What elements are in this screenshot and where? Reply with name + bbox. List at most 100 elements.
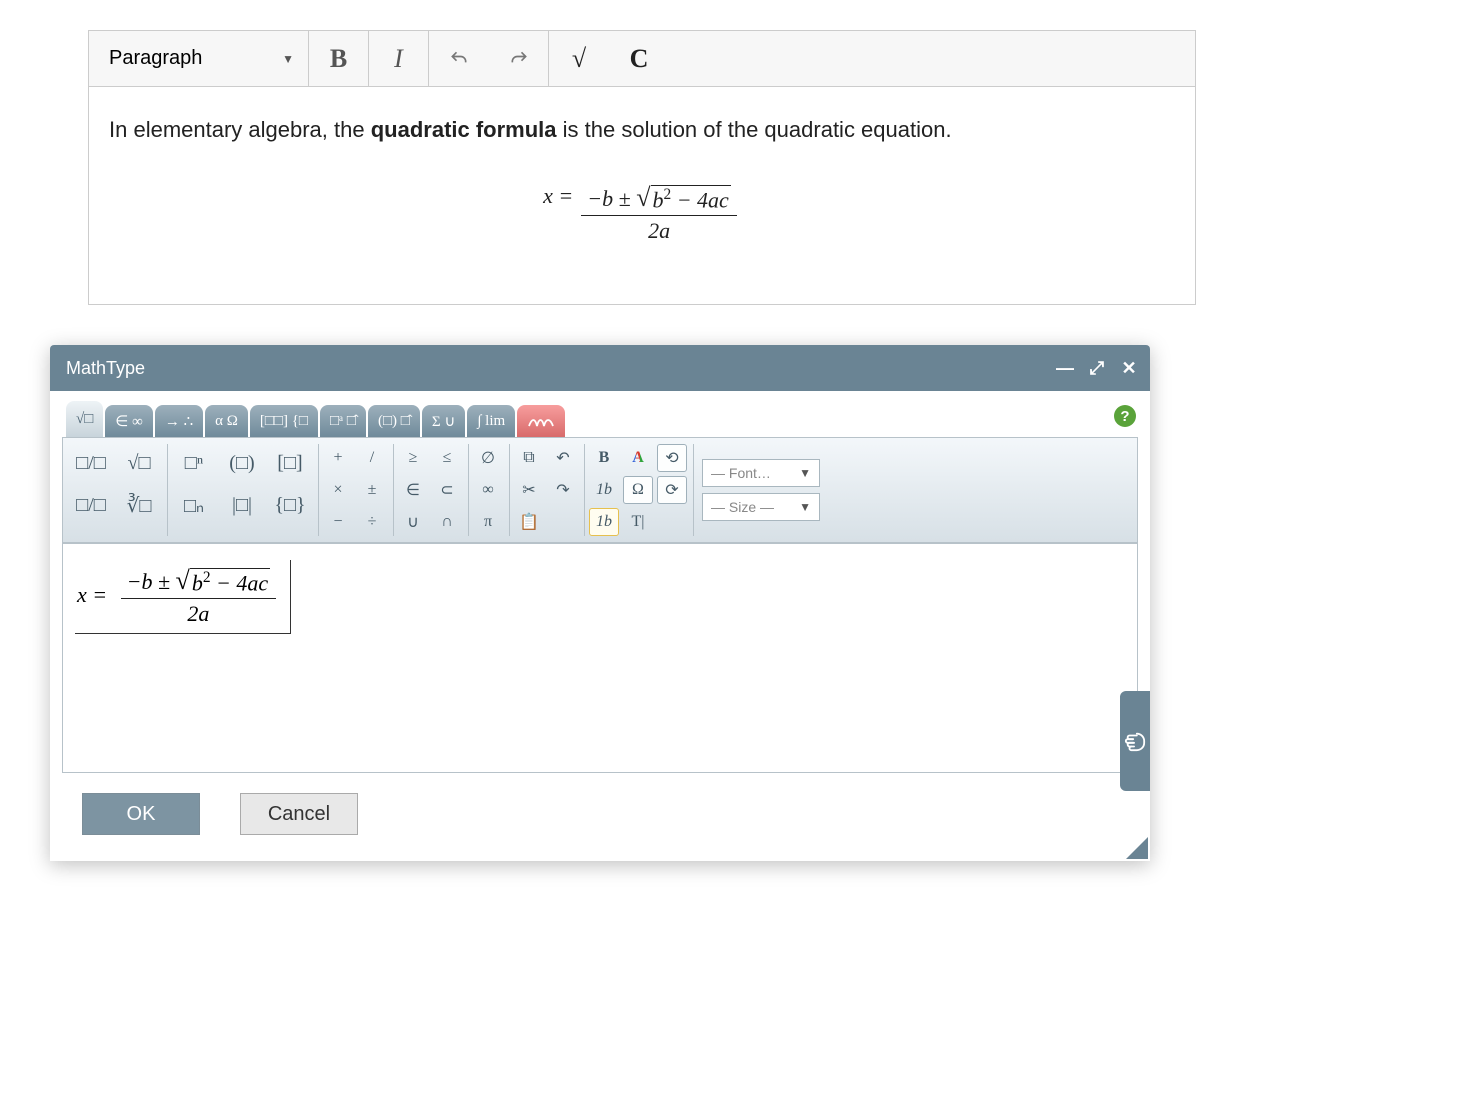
palette-tabs: √□ ∈ ∞ → ∴ α Ω [□□] {□ □ᵃ □̂ (□) □̂ Σ ∪ … [62, 401, 1138, 437]
chevron-down-icon: ▼ [799, 466, 811, 480]
font-style-1-button[interactable]: 1b [589, 476, 619, 504]
editor-text: In elementary algebra, the quadratic for… [109, 117, 1175, 143]
bold-button[interactable]: B [309, 31, 369, 86]
font-style-2-button[interactable]: 1b [589, 508, 619, 536]
cancel-button[interactable]: Cancel [240, 793, 358, 835]
handwriting-icon [527, 412, 555, 430]
tab-brackets[interactable]: (□) □̂ [368, 405, 420, 437]
text-mode-button[interactable]: T| [623, 508, 653, 536]
maximize-icon: ⤢ [1090, 358, 1104, 379]
chevron-down-icon: ▼ [799, 500, 811, 514]
editor-content[interactable]: In elementary algebra, the quadratic for… [89, 87, 1195, 304]
divide-button[interactable]: ÷ [357, 508, 387, 536]
formula-display[interactable]: x = −b ± √ b2 − 4ac 2a [109, 183, 1175, 244]
pi-button[interactable]: π [473, 508, 503, 536]
color-button[interactable]: A [623, 444, 653, 472]
font-select-label: — Font… [711, 465, 771, 481]
size-select[interactable]: — Size — ▼ [702, 493, 820, 521]
minimize-icon: — [1056, 358, 1074, 379]
copy-icon: ⧉ [523, 449, 534, 467]
font-select[interactable]: — Font… ▼ [702, 459, 820, 487]
undo-icon [449, 49, 469, 69]
format-select-label: Paragraph [109, 47, 202, 70]
undo-button[interactable]: ↶ [548, 444, 578, 472]
sqrt-button[interactable]: √□ [117, 444, 161, 482]
redo-button[interactable]: ↷ [548, 476, 578, 504]
fraction-button[interactable]: □/□ [69, 444, 113, 482]
close-button[interactable]: ✕ [1114, 353, 1144, 383]
ltr-button[interactable]: ⟳ [657, 476, 687, 504]
resize-grip[interactable] [1126, 837, 1148, 859]
rtl-icon: ⟲ [665, 448, 678, 468]
intersect-button[interactable]: ∩ [432, 508, 462, 536]
cut-button[interactable]: ✂ [514, 476, 544, 504]
help-icon: ? [1120, 408, 1129, 425]
radical-icon: √ [636, 183, 650, 213]
ok-button[interactable]: OK [82, 793, 200, 835]
math-editor-button[interactable]: √ [549, 31, 609, 86]
tab-bigops[interactable]: Σ ∪ [422, 405, 465, 437]
dialog-title: MathType [66, 358, 145, 379]
copy-button[interactable]: ⧉ [514, 444, 544, 472]
text-editor: Paragraph ▼ B I √ C In elementary algebr… [88, 30, 1196, 305]
union-button[interactable]: ∪ [398, 508, 428, 536]
paste-button[interactable]: 📋 [514, 508, 544, 536]
bracket-button[interactable]: [□] [268, 444, 312, 482]
minus-button[interactable]: − [323, 508, 353, 536]
symbol-palette: □/□ √□ □/□ ∛□ □ⁿ (□) [□] □ₙ |□| {□} [62, 437, 1138, 543]
dialog-footer: OK Cancel [50, 773, 1150, 861]
brace-button[interactable]: {□} [268, 486, 312, 524]
infinity-button[interactable]: ∞ [473, 476, 503, 504]
bevel-fraction-button[interactable]: □/□ [69, 486, 113, 524]
undo-icon: ↶ [556, 448, 569, 468]
redo-icon [509, 49, 529, 69]
ltr-icon: ⟳ [665, 480, 678, 500]
rtl-button[interactable]: ⟲ [657, 444, 687, 472]
minimize-button[interactable]: — [1050, 353, 1080, 383]
plus-button[interactable]: + [323, 444, 353, 472]
slash-button[interactable]: / [357, 444, 387, 472]
elementof-button[interactable]: ∈ [398, 476, 428, 504]
size-select-label: — Size — [711, 499, 774, 515]
omega-button[interactable]: Ω [623, 476, 653, 504]
italic-button[interactable]: I [369, 31, 429, 86]
tab-arrows[interactable]: → ∴ [155, 405, 203, 437]
equation-canvas[interactable]: x = −b ± √ b2 − 4ac 2a [62, 543, 1138, 773]
chevron-down-icon: ▼ [282, 52, 294, 66]
leq-button[interactable]: ≤ [432, 444, 462, 472]
superscript-button[interactable]: □ⁿ [172, 444, 216, 482]
maximize-button[interactable]: ⤢ [1082, 353, 1112, 383]
tab-calculus[interactable]: ∫ lim [467, 405, 515, 437]
redo-button[interactable] [489, 31, 549, 86]
subscript-button[interactable]: □ₙ [172, 486, 216, 524]
equation-content: x = −b ± √ b2 − 4ac 2a [75, 560, 291, 634]
nroot-button[interactable]: ∛□ [117, 486, 161, 524]
format-select[interactable]: Paragraph ▼ [89, 31, 309, 86]
dialog-titlebar[interactable]: MathType — ⤢ ✕ [50, 345, 1150, 391]
geq-button[interactable]: ≥ [398, 444, 428, 472]
plusminus-button[interactable]: ± [357, 476, 387, 504]
radical-icon: √ [176, 566, 190, 596]
tab-greek[interactable]: α Ω [205, 405, 248, 437]
bold-style-button[interactable]: B [589, 444, 619, 472]
undo-button[interactable] [429, 31, 489, 86]
cut-icon: ✂ [522, 480, 535, 500]
subset-button[interactable]: ⊂ [432, 476, 462, 504]
tab-handwriting[interactable] [517, 405, 565, 437]
side-panel-handle[interactable] [1120, 691, 1150, 791]
tab-sets[interactable]: ∈ ∞ [105, 405, 153, 437]
tab-fractions[interactable]: √□ [66, 401, 103, 437]
paren-button[interactable]: (□) [220, 444, 264, 482]
close-icon: ✕ [1121, 358, 1136, 379]
chem-editor-button[interactable]: C [609, 31, 669, 86]
times-button[interactable]: × [323, 476, 353, 504]
editor-toolbar: Paragraph ▼ B I √ C [89, 31, 1195, 87]
paste-icon: 📋 [519, 512, 539, 532]
abs-button[interactable]: |□| [220, 486, 264, 524]
tab-matrices[interactable]: [□□] {□ [250, 405, 318, 437]
hand-icon [1113, 730, 1150, 752]
redo-icon: ↷ [556, 480, 569, 500]
help-button[interactable]: ? [1114, 405, 1136, 427]
emptyset-button[interactable]: ∅ [473, 444, 503, 472]
tab-scripts[interactable]: □ᵃ □̂ [320, 405, 366, 437]
